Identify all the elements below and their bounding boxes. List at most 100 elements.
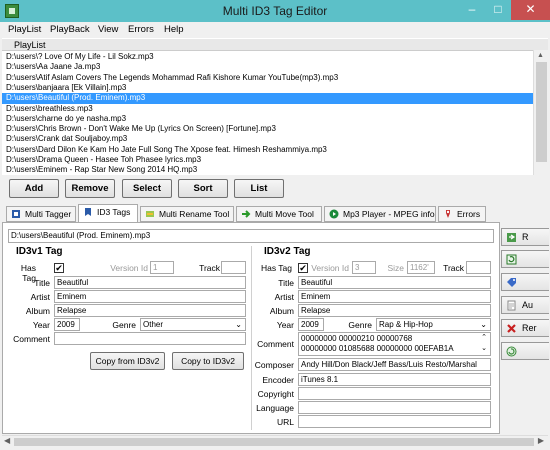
remove-tags-label: Rer xyxy=(522,323,537,333)
id3v2-version-field: 3 xyxy=(352,261,376,274)
id3v2-has-tag-checkbox[interactable]: ✔ xyxy=(298,263,308,273)
playlist-item[interactable]: D:\users\Atif Aslam Covers The Legends M… xyxy=(6,73,526,84)
tab-label: Mp3 Player - MPEG info xyxy=(343,209,435,219)
id3v2-year-field[interactable]: 2009 xyxy=(298,318,324,331)
tab-mp3-player[interactable]: Mp3 Player - MPEG info xyxy=(324,206,436,222)
refresh-button[interactable] xyxy=(501,250,549,268)
list-button[interactable]: List xyxy=(234,179,284,198)
read-tags-button[interactable]: R xyxy=(501,228,549,246)
write-tags-button[interactable] xyxy=(501,273,549,291)
playlist-item[interactable]: D:\users\Eminem - Rap Star New Song 2014… xyxy=(6,165,526,175)
scroll-down-icon[interactable]: ⌄ xyxy=(481,344,487,354)
scroll-up-icon[interactable]: ⌃ xyxy=(481,333,487,343)
id3v2-encoder-field[interactable]: iTunes 8.1 xyxy=(298,373,491,386)
sort-button[interactable]: Sort xyxy=(178,179,228,198)
scroll-right-icon[interactable]: ▶ xyxy=(538,436,544,445)
playlist-item[interactable]: D:\users\? Love Of My Life - Lil Sokz.mp… xyxy=(6,52,526,63)
scroll-up-icon[interactable]: ▲ xyxy=(537,52,544,59)
menu-playback[interactable]: PlayBack xyxy=(50,24,90,35)
id3v2-composer-field[interactable]: Andy Hill/Don Black/Jeff Bass/Luis Resto… xyxy=(298,358,491,371)
id3v1-comment-label: Comment xyxy=(13,334,50,344)
id3v2-genre-value: Rap & Hip-Hop xyxy=(379,320,433,329)
add-button[interactable]: Add xyxy=(9,179,59,198)
playlist-item[interactable]: D:\users\banjaara [Ek Villain].mp3 xyxy=(6,83,526,94)
playlist-item[interactable]: D:\users\Drama Queen - Hasee Toh Phasee … xyxy=(6,155,526,166)
playlist-list[interactable]: D:\users\? Love Of My Life - Lil Sokz.mp… xyxy=(2,50,533,175)
playlist-item[interactable]: D:\users\Dard Dilon Ke Kam Ho Jate Full … xyxy=(6,145,526,156)
id3v1-year-field[interactable]: 2009 xyxy=(54,318,80,331)
scrollbar-thumb[interactable] xyxy=(536,62,547,162)
id3v1-album-field[interactable]: Relapse xyxy=(54,304,246,317)
id3v1-has-tag-checkbox[interactable]: ✔ xyxy=(54,263,64,273)
playlist-item[interactable]: D:\users\charne do ye nasha.mp3 xyxy=(6,114,526,125)
scrollbar-thumb[interactable] xyxy=(14,438,534,446)
error-icon xyxy=(446,210,450,218)
tab-label: Multi Rename Tool xyxy=(159,209,230,219)
read-tags-label: R xyxy=(522,232,529,242)
id3v1-track-label: Track xyxy=(199,263,220,273)
undo-button[interactable] xyxy=(501,342,549,360)
id3v1-artist-field[interactable]: Eminem xyxy=(54,290,246,303)
id3v1-version-field: 1 xyxy=(150,261,174,274)
id3v2-title-field[interactable]: Beautiful xyxy=(298,276,491,289)
close-button[interactable]: ✕ xyxy=(511,0,550,20)
playlist-scrollbar[interactable]: ▲ xyxy=(533,50,548,175)
maximize-button[interactable]: □ xyxy=(485,0,511,20)
id3v2-title: ID3v2 Tag xyxy=(264,246,311,257)
remove-tag-icon xyxy=(507,324,516,333)
select-button[interactable]: Select xyxy=(122,179,172,198)
playlist-item[interactable]: D:\users\Chris Brown - Don't Wake Me Up … xyxy=(6,124,526,135)
id3v2-track-label: Track xyxy=(443,263,464,273)
auto-button[interactable]: Au xyxy=(501,296,549,314)
id3v2-comment-field[interactable]: 00000000 00000210 00000768 00000000 0108… xyxy=(298,332,491,356)
id3v1-title-label: Title xyxy=(34,278,50,288)
id3v2-year-label: Year xyxy=(276,320,294,330)
id3v2-copyright-field[interactable] xyxy=(298,387,491,400)
tab-multi-rename-tool[interactable]: Multi Rename Tool xyxy=(140,206,234,222)
tag-write-icon xyxy=(507,278,516,287)
menu-help[interactable]: Help xyxy=(164,24,184,35)
id3v2-genre-select[interactable]: Rap & Hip-Hop ⌄ xyxy=(376,318,491,331)
id3v2-language-label: Language xyxy=(256,403,294,413)
remove-button[interactable]: Remove xyxy=(65,179,115,198)
id3v1-track-field[interactable] xyxy=(221,261,246,274)
tab-errors[interactable]: Errors xyxy=(438,206,486,222)
tab-multi-move-tool[interactable]: Multi Move Tool xyxy=(236,206,322,222)
id3v2-url-field[interactable] xyxy=(298,415,491,428)
tab-id3-tags[interactable]: ID3 Tags xyxy=(78,204,138,223)
horizontal-scrollbar[interactable]: ◀ ▶ xyxy=(2,435,548,447)
id3v1-comment-field[interactable] xyxy=(54,332,246,345)
id3v2-artist-field[interactable]: Eminem xyxy=(298,290,491,303)
id3v2-title-label: Title xyxy=(278,278,294,288)
chevron-down-icon[interactable]: ⌄ xyxy=(480,319,487,330)
id3v2-album-field[interactable]: Relapse xyxy=(298,304,491,317)
id3v2-composer-label: Composer xyxy=(254,360,294,370)
tab-multi-tagger[interactable]: Multi Tagger xyxy=(6,206,76,222)
minimize-button[interactable]: – xyxy=(459,0,485,20)
rename-tool-icon xyxy=(146,211,154,217)
playlist-item[interactable]: D:\users\Crank dat Souljaboy.mp3 xyxy=(6,134,526,145)
chevron-down-icon[interactable]: ⌄ xyxy=(235,319,242,330)
copy-to-id3v2-button[interactable]: Copy to ID3v2 xyxy=(172,352,244,370)
menu-errors[interactable]: Errors xyxy=(128,24,154,35)
remove-tags-button[interactable]: Rer xyxy=(501,319,549,337)
playlist-header-label: PlayList xyxy=(14,40,46,50)
id3v2-track-field[interactable] xyxy=(466,261,491,274)
player-icon xyxy=(329,209,339,219)
menu-playlist[interactable]: PlayList xyxy=(8,24,41,35)
id3v2-url-label: URL xyxy=(276,417,294,427)
id3v1-title-field[interactable]: Beautiful xyxy=(54,276,246,289)
scroll-left-icon[interactable]: ◀ xyxy=(4,436,10,445)
id3v2-language-field[interactable] xyxy=(298,401,491,414)
id3v2-copyright-label: Copyright xyxy=(257,389,294,399)
menu-view[interactable]: View xyxy=(98,24,118,35)
move-tool-icon xyxy=(242,210,251,218)
playlist-item[interactable]: D:\users\Beautiful (Prod. Eminem).mp3 xyxy=(2,93,533,104)
id3v2-album-label: Album xyxy=(269,306,294,316)
playlist-item[interactable]: D:\users\breathless.mp3 xyxy=(6,104,526,115)
tab-label: Multi Tagger xyxy=(25,209,72,219)
playlist-item[interactable]: D:\users\Aa Jaane Ja.mp3 xyxy=(6,62,526,73)
id3v1-genre-select[interactable]: Other ⌄ xyxy=(140,318,246,331)
file-path-field[interactable]: D:\users\Beautiful (Prod. Eminem).mp3 xyxy=(8,229,494,243)
copy-from-id3v2-button[interactable]: Copy from ID3v2 xyxy=(90,352,165,370)
